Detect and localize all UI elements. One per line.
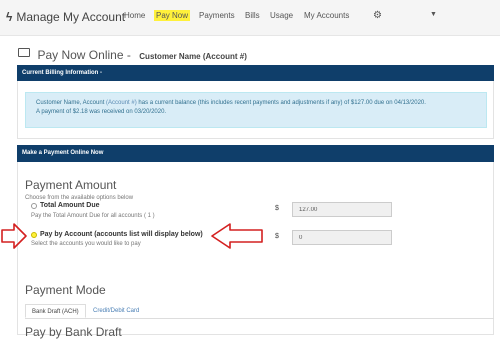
right-arrow-icon (211, 223, 263, 249)
left-arrow-icon (1, 223, 27, 249)
tab-credit-debit[interactable]: Credit/Debit Card (87, 304, 145, 318)
payment-mode-heading: Payment Mode (25, 283, 106, 297)
payment-mode-tabs: Bank Draft (ACH) Credit/Debit Card (25, 304, 494, 319)
bank-draft-heading: Pay by Bank Draft (25, 325, 122, 339)
tab-bank-draft[interactable]: Bank Draft (ACH) (25, 304, 86, 318)
